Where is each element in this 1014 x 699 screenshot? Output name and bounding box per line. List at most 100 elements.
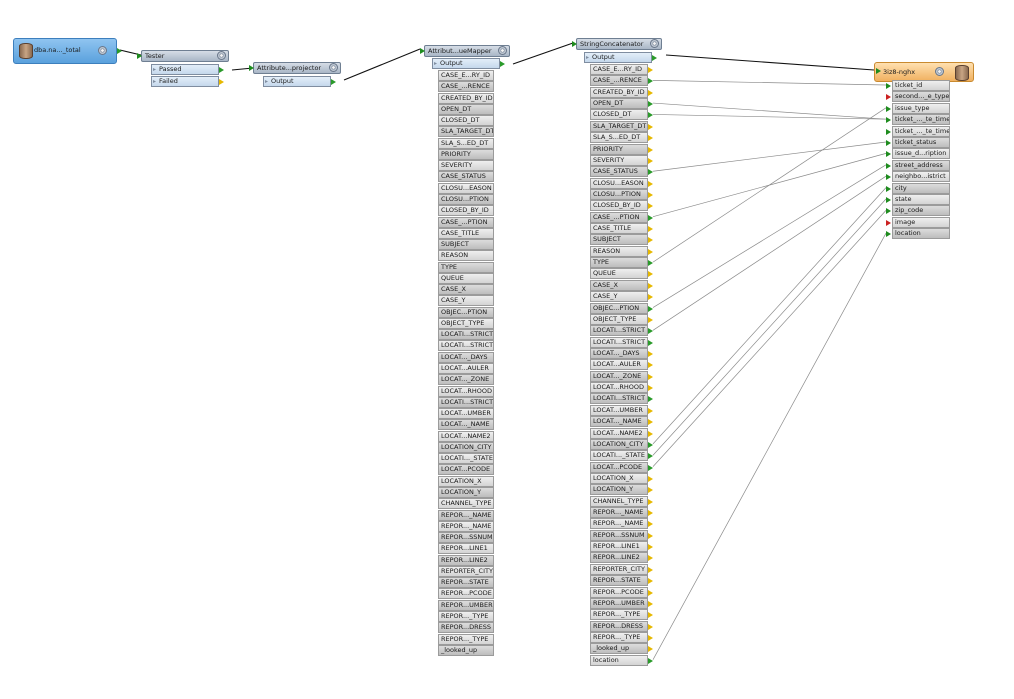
mapper-attr[interactable]: LOCAT...PCODE [438, 464, 494, 476]
concat-attr[interactable]: LOCAT...AULER [590, 359, 648, 371]
concat-attr-pin[interactable] [648, 226, 653, 233]
concat-attr[interactable]: LOCATI...STRICT [590, 325, 648, 337]
mapper-attr[interactable]: PRIORITY [438, 148, 494, 160]
concat-attr[interactable]: CASE_STATUS [590, 166, 648, 178]
concat-attr[interactable]: LOCAT...PCODE [590, 461, 648, 473]
mapper-attr[interactable]: CASE_TITLE [438, 227, 494, 239]
projector-input-pin[interactable] [249, 65, 254, 71]
concat-attr[interactable]: REPOR...PCODE [590, 586, 648, 598]
writer-attr[interactable]: location [892, 228, 950, 240]
concat-attr[interactable]: LOCATI..._STATE [590, 450, 648, 462]
mapper-attr[interactable]: REPOR...PCODE [438, 588, 494, 600]
concat-attr[interactable]: CLOSU...EASON [590, 177, 648, 189]
writer-input-pin[interactable] [876, 68, 881, 74]
writer-attr-pin[interactable] [886, 231, 891, 238]
concat-attr[interactable]: REPOR...UMBER [590, 597, 648, 609]
concat-attr[interactable]: TYPE [590, 257, 648, 269]
mapper-attr[interactable]: CLOSED_BY_ID [438, 205, 494, 217]
concat-attr-pin[interactable] [648, 441, 653, 448]
concat-attr-pin[interactable] [648, 373, 653, 380]
concat-attr-pin[interactable] [648, 407, 653, 414]
projector-node[interactable]: Attribute...projector Output [249, 62, 341, 90]
concat-attr[interactable]: REPORTER_CITY [590, 563, 648, 575]
concat-attr-pin[interactable] [648, 191, 653, 198]
concat-attr-pin[interactable] [648, 214, 653, 221]
concat-attr[interactable]: CLOSED_DT [590, 109, 648, 121]
concat-attr-pin[interactable] [648, 135, 653, 142]
mapper-attr[interactable]: QUEUE [438, 272, 494, 284]
concat-attr-pin[interactable] [648, 657, 653, 664]
mapper-attr[interactable]: SLA_TARGET_DT [438, 126, 494, 138]
concat-attr-pin[interactable] [648, 146, 653, 153]
mapper-attr[interactable]: CASE_E...RY_ID [438, 70, 494, 81]
tester-failed-pin[interactable] [219, 79, 224, 85]
writer-attr-pin[interactable] [886, 185, 891, 192]
concat-attr[interactable]: REASON [590, 245, 648, 257]
writer-attr[interactable]: ticket_id [892, 80, 950, 91]
mapper-attr[interactable]: CASE_...RENCE [438, 81, 494, 93]
writer-attr-pin[interactable] [886, 94, 891, 101]
concat-attr[interactable]: OBJEC...PTION [590, 302, 648, 314]
mapper-attr[interactable]: LOCAT...RHOOD [438, 385, 494, 397]
writer-attr-pin[interactable] [886, 162, 891, 169]
writer-attr[interactable]: issue_d...ription [892, 148, 950, 160]
writer-gear-icon[interactable] [935, 67, 944, 76]
tester-gear-icon[interactable] [217, 51, 226, 60]
concat-input-pin[interactable] [572, 41, 577, 47]
concat-attr[interactable]: LOCAT...UMBER [590, 404, 648, 416]
concat-attr[interactable]: CLOSU...PTION [590, 188, 648, 200]
concat-attr-pin[interactable] [648, 566, 653, 573]
mapper-attr[interactable]: CASE_STATUS [438, 171, 494, 183]
writer-attr[interactable]: neighbo...istrict [892, 171, 950, 183]
workspace-canvas[interactable]: dba.na..._total Tester Passed Failed Att… [0, 0, 1014, 699]
concat-attr-pin[interactable] [648, 385, 653, 392]
concat-attr-pin[interactable] [648, 464, 653, 471]
writer-attr[interactable]: image [892, 216, 950, 228]
concat-attr[interactable]: CASE_Y [590, 291, 648, 303]
mapper-attr[interactable]: CASE_Y [438, 295, 494, 307]
concat-attr-pin[interactable] [648, 623, 653, 630]
concat-attr[interactable]: _looked_up [590, 643, 648, 655]
mapper-attr[interactable]: REPOR...LINE2 [438, 554, 494, 566]
reader-node[interactable]: dba.na..._total [13, 38, 122, 64]
concat-attr[interactable]: CASE_...PTION [590, 211, 648, 223]
concat-attr-pin[interactable] [648, 475, 653, 482]
mapper-attr[interactable]: CASE_X [438, 284, 494, 296]
writer-attr-pin[interactable] [886, 105, 891, 112]
writer-attr[interactable]: ticket_..._te_time [892, 125, 950, 137]
mapper-attr[interactable]: LOCATI...STRICT [438, 396, 494, 408]
tester-passed-pin[interactable] [219, 67, 224, 73]
writer-node[interactable]: 3iz8-nghx ticket_id second..._e_type issue… [874, 62, 974, 242]
concat-attr-pin[interactable] [648, 328, 653, 335]
concat-attr[interactable]: LOCAT..._DAYS [590, 348, 648, 359]
concat-attr[interactable]: CASE_TITLE [590, 223, 648, 235]
concat-attr-pin[interactable] [648, 544, 653, 551]
concat-attr[interactable]: LOCATION_Y [590, 484, 648, 496]
concat-attr[interactable]: LOCAT..._NAME [590, 416, 648, 428]
concat-attr[interactable]: CASE_E...RY_ID [590, 64, 648, 75]
concat-attr[interactable]: REPOR...LINE2 [590, 552, 648, 564]
writer-attr-pin[interactable] [886, 128, 891, 135]
mapper-attr[interactable]: REPOR..._NAME [438, 520, 494, 532]
concat-attr-pin[interactable] [648, 237, 653, 244]
concat-attr[interactable]: CREATED_BY_ID [590, 86, 648, 98]
concat-attr-pin[interactable] [648, 260, 653, 267]
writer-attr-pin[interactable] [886, 197, 891, 203]
mapper-attr[interactable]: CASE_...PTION [438, 216, 494, 228]
mapper-attr[interactable]: LOCAT..._DAYS [438, 351, 494, 363]
concat-attr-pin[interactable] [648, 487, 653, 494]
concat-attr-pin[interactable] [648, 521, 653, 528]
mapper-attr[interactable]: TYPE [438, 261, 494, 273]
mapper-attr[interactable]: OBJEC...PTION [438, 306, 494, 318]
concat-attr-pin[interactable] [648, 282, 653, 289]
concat-attr[interactable]: OPEN_DT [590, 98, 648, 110]
concat-attr-pin[interactable] [648, 203, 653, 210]
writer-attr[interactable]: second..._e_type [892, 91, 950, 103]
mapper-attr[interactable]: REPOR...UMBER [438, 599, 494, 611]
writer-attr[interactable]: street_address [892, 159, 950, 171]
concat-attr-pin[interactable] [648, 600, 653, 607]
mapper-attr[interactable]: SEVERITY [438, 160, 494, 172]
concat-attr-pin[interactable] [648, 101, 653, 108]
writer-attr-pin[interactable] [886, 151, 891, 158]
projector-title[interactable]: Attribute...projector [253, 62, 341, 74]
